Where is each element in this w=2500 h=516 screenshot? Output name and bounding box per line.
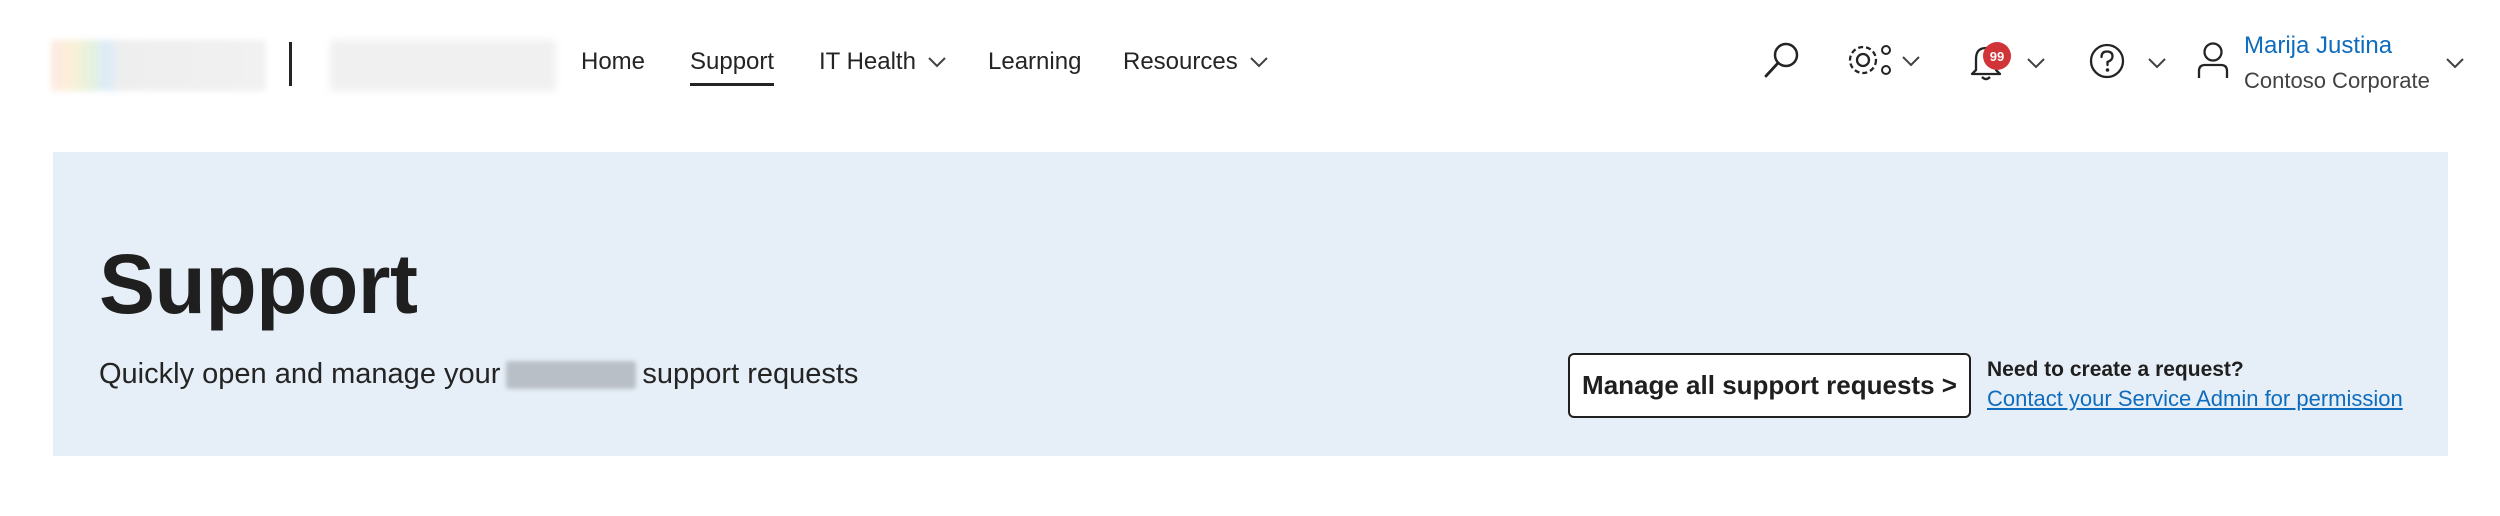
chevron-down-icon — [2027, 58, 2045, 69]
chevron-down-icon — [1902, 56, 1920, 67]
nav-resources-label: Resources — [1123, 48, 1238, 75]
nav-support[interactable]: Support — [690, 48, 775, 86]
search-icon[interactable] — [1762, 40, 1802, 80]
subtitle-text-start: Quickly open and manage your — [99, 358, 501, 390]
chevron-down-icon — [928, 57, 946, 68]
notification-count-badge: 99 — [1983, 42, 2011, 70]
chevron-down-icon — [2148, 58, 2166, 69]
company-name-redacted — [506, 360, 637, 389]
top-header: Home Support IT Health Learning Resource… — [0, 0, 2500, 128]
create-request-heading: Need to create a request? — [1987, 358, 2244, 381]
help-menu[interactable] — [2088, 40, 2168, 84]
manage-support-requests-button[interactable]: Manage all support requests > — [1568, 353, 1971, 418]
subtitle-text-end: support requests — [642, 358, 859, 390]
person-icon[interactable] — [2196, 40, 2230, 80]
product-name-redacted — [330, 40, 556, 91]
nav-home[interactable]: Home — [581, 48, 645, 76]
nav-resources[interactable]: Resources — [1123, 48, 1268, 76]
support-hero-banner: Support Quickly open and manage your sup… — [53, 152, 2448, 456]
nav-home-label: Home — [581, 48, 646, 75]
user-organization: Contoso Corporate — [2244, 68, 2430, 93]
nav-it-health-label: IT Health — [819, 48, 916, 75]
nav-support-label: Support — [690, 48, 775, 75]
contact-admin-link[interactable]: Contact your Service Admin for permissio… — [1987, 386, 2403, 412]
company-logo-redacted[interactable] — [51, 40, 266, 91]
logo-divider — [289, 42, 292, 86]
page-title: Support — [99, 237, 418, 331]
settings-icon — [1848, 45, 1891, 75]
user-name[interactable]: Marija Justina — [2244, 32, 2392, 60]
chevron-down-icon[interactable] — [2446, 57, 2464, 69]
nav-learning-label: Learning — [988, 48, 1082, 75]
page-subtitle: Quickly open and manage your support req… — [99, 358, 858, 391]
nav-learning[interactable]: Learning — [988, 48, 1081, 76]
chevron-down-icon — [1250, 57, 1268, 68]
settings-menu[interactable] — [1842, 40, 1922, 80]
help-icon — [2089, 43, 2125, 79]
nav-it-health[interactable]: IT Health — [819, 48, 946, 76]
